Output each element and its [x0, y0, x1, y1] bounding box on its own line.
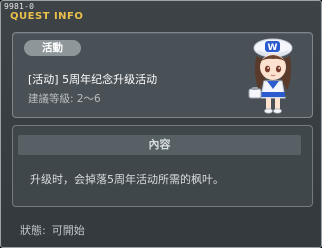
svg-text:W: W — [268, 43, 278, 53]
quest-status: 狀態: 可開始 — [20, 222, 85, 238]
level-requirement: 建議等級: 2～6 — [28, 93, 101, 105]
quest-name: [活动] 5周年纪念升级活动 — [28, 73, 158, 86]
quest-info-window: 9981-0 QUEST INFO 活動 [活动] 5周年纪念升级活动 建議等級… — [0, 0, 322, 248]
status-label: 狀態: — [20, 224, 46, 237]
quest-id: 9981-0 — [4, 2, 35, 11]
npc-portrait-icon: W — [248, 38, 293, 114]
quest-summary-panel: 活動 [活动] 5周年纪念升级活动 建議等級: 2～6 W — [12, 32, 313, 118]
quest-content-panel: 內容 升级时，会掉落5周年活动所需的枫叶。 — [12, 125, 313, 207]
category-badge: 活動 — [24, 40, 81, 56]
window-title: QUEST INFO — [10, 11, 84, 22]
status-value: 可開始 — [51, 224, 85, 237]
quest-description: 升级时，会掉落5周年活动所需的枫叶。 — [30, 173, 224, 186]
content-header: 內容 — [18, 135, 301, 155]
